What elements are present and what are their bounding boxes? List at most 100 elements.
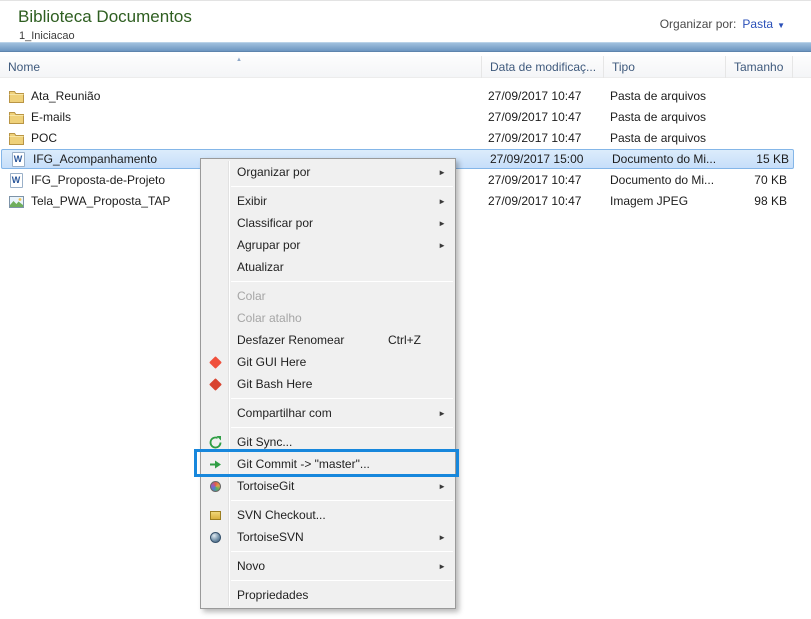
file-date: 27/09/2017 15:00 xyxy=(490,150,602,169)
menu-item-git-commit[interactable]: Git Commit -> "master"... xyxy=(201,453,455,475)
file-type: Pasta de arquivos xyxy=(610,86,722,107)
menu-item-git-gui-here[interactable]: Git GUI Here xyxy=(201,351,455,373)
git-bash-icon xyxy=(207,376,223,392)
submenu-arrow-icon: ► xyxy=(438,241,446,250)
menu-item-atualizar[interactable]: Atualizar xyxy=(201,256,455,278)
file-size: 15 KB xyxy=(714,150,789,169)
file-date: 27/09/2017 10:47 xyxy=(488,128,600,149)
file-row[interactable]: E-mails 27/09/2017 10:47 Pasta de arquiv… xyxy=(0,107,795,128)
menu-item-label: Colar atalho xyxy=(237,311,302,325)
jpeg-image-icon xyxy=(8,194,24,210)
file-name: POC xyxy=(31,128,57,149)
arrange-by: Organizar por: Pasta ▼ xyxy=(660,17,785,31)
menu-item-colar-atalho: Colar atalho xyxy=(201,307,455,329)
file-name-cell: E-mails xyxy=(8,107,470,128)
tortoisegit-icon xyxy=(207,478,223,494)
menu-item-label: Classificar por xyxy=(237,216,313,230)
menu-item-git-sync[interactable]: Git Sync... xyxy=(201,431,455,453)
menu-item-label: Organizar por xyxy=(237,165,310,179)
column-header-date-label: Data de modificaç... xyxy=(490,60,596,74)
column-header-name-label: Nome xyxy=(8,60,40,74)
menu-item-compartilhar-com[interactable]: Compartilhar com ► xyxy=(201,402,455,424)
file-name: IFG_Proposta-de-Projeto xyxy=(31,170,165,191)
column-header-filler xyxy=(793,56,811,78)
file-type: Documento do Mi... xyxy=(612,150,724,169)
menu-item-exibir[interactable]: Exibir ► xyxy=(201,190,455,212)
column-header-type[interactable]: Tipo xyxy=(604,56,726,78)
menu-item-tortoisegit[interactable]: TortoiseGit ► xyxy=(201,475,455,497)
file-type: Pasta de arquivos xyxy=(610,107,722,128)
context-menu: Organizar por ► Exibir ► Classificar por… xyxy=(200,158,456,609)
folder-icon xyxy=(8,89,24,105)
file-name: IFG_Acompanhamento xyxy=(33,150,157,169)
sort-ascending-icon: ▲ xyxy=(236,57,242,63)
folder-icon xyxy=(8,131,24,147)
menu-item-classificar-por[interactable]: Classificar por ► xyxy=(201,212,455,234)
file-date: 27/09/2017 10:47 xyxy=(488,86,600,107)
file-row[interactable]: Ata_Reunião 27/09/2017 10:47 Pasta de ar… xyxy=(0,86,795,107)
menu-item-label: Git GUI Here xyxy=(237,355,306,369)
column-header-size[interactable]: Tamanho xyxy=(726,56,793,78)
menu-item-svn-checkout[interactable]: SVN Checkout... xyxy=(201,504,455,526)
submenu-arrow-icon: ► xyxy=(438,219,446,228)
library-title: Biblioteca Documentos xyxy=(18,7,192,27)
file-date: 27/09/2017 10:47 xyxy=(488,107,600,128)
menu-item-agrupar-por[interactable]: Agrupar por ► xyxy=(201,234,455,256)
folder-icon xyxy=(8,110,24,126)
menu-item-label: TortoiseGit xyxy=(237,479,294,493)
menu-item-label: Git Commit -> "master"... xyxy=(237,457,370,471)
library-location: 1_Iniciacao xyxy=(19,30,75,42)
tortoisesvn-icon xyxy=(207,529,223,545)
file-type: Imagem JPEG xyxy=(610,191,722,212)
submenu-arrow-icon: ► xyxy=(438,482,446,491)
submenu-arrow-icon: ► xyxy=(438,533,446,542)
menu-item-label: TortoiseSVN xyxy=(237,530,304,544)
menu-item-label: Desfazer Renomear xyxy=(237,333,344,347)
menu-item-label: Git Sync... xyxy=(237,435,292,449)
menu-item-label: Propriedades xyxy=(237,588,308,602)
menu-item-label: Novo xyxy=(237,559,265,573)
menu-item-desfazer-renomear[interactable]: Desfazer Renomear Ctrl+Z xyxy=(201,329,455,351)
menu-separator xyxy=(231,427,453,428)
file-date: 27/09/2017 10:47 xyxy=(488,191,600,212)
explorer-window: Biblioteca Documentos 1_Iniciacao Organi… xyxy=(0,0,811,619)
menu-separator xyxy=(231,580,453,581)
column-header-row: Nome Data de modificaç... Tipo Tamanho ▲ xyxy=(0,56,811,78)
submenu-arrow-icon: ► xyxy=(438,197,446,206)
arrange-by-dropdown[interactable]: Pasta ▼ xyxy=(742,17,785,31)
arrange-by-label: Organizar por: xyxy=(660,17,737,31)
menu-item-tortoisesvn[interactable]: TortoiseSVN ► xyxy=(201,526,455,548)
submenu-arrow-icon: ► xyxy=(438,168,446,177)
arrange-by-value: Pasta xyxy=(742,17,773,31)
menu-item-label: Exibir xyxy=(237,194,267,208)
git-sync-icon xyxy=(207,434,223,450)
menu-item-organizar-por[interactable]: Organizar por ► xyxy=(201,161,455,183)
menu-item-novo[interactable]: Novo ► xyxy=(201,555,455,577)
menu-item-label: Git Bash Here xyxy=(237,377,312,391)
file-row[interactable]: POC 27/09/2017 10:47 Pasta de arquivos xyxy=(0,128,795,149)
menu-item-label: Colar xyxy=(237,289,266,303)
menu-item-git-bash-here[interactable]: Git Bash Here xyxy=(201,373,455,395)
file-date: 27/09/2017 10:47 xyxy=(488,170,600,191)
menu-item-label: Agrupar por xyxy=(237,238,300,252)
git-commit-icon xyxy=(207,456,223,472)
word-document-icon: W xyxy=(8,173,24,189)
column-header-date[interactable]: Data de modificaç... xyxy=(482,56,604,78)
file-name: E-mails xyxy=(31,107,71,128)
file-name: Tela_PWA_Proposta_TAP xyxy=(31,191,170,212)
file-type: Documento do Mi... xyxy=(610,170,722,191)
menu-item-propriedades[interactable]: Propriedades xyxy=(201,584,455,606)
menu-separator xyxy=(231,398,453,399)
git-gui-icon xyxy=(207,354,223,370)
file-name-cell: POC xyxy=(8,128,470,149)
word-document-icon: W xyxy=(10,152,26,168)
menu-item-label: Compartilhar com xyxy=(237,406,332,420)
menu-item-shortcut: Ctrl+Z xyxy=(388,333,421,347)
menu-separator xyxy=(231,186,453,187)
column-header-size-label: Tamanho xyxy=(734,60,783,74)
submenu-arrow-icon: ► xyxy=(438,562,446,571)
file-size: 98 KB xyxy=(712,191,787,212)
menu-separator xyxy=(231,500,453,501)
menu-separator xyxy=(231,281,453,282)
dropdown-arrow-icon: ▼ xyxy=(777,21,785,30)
